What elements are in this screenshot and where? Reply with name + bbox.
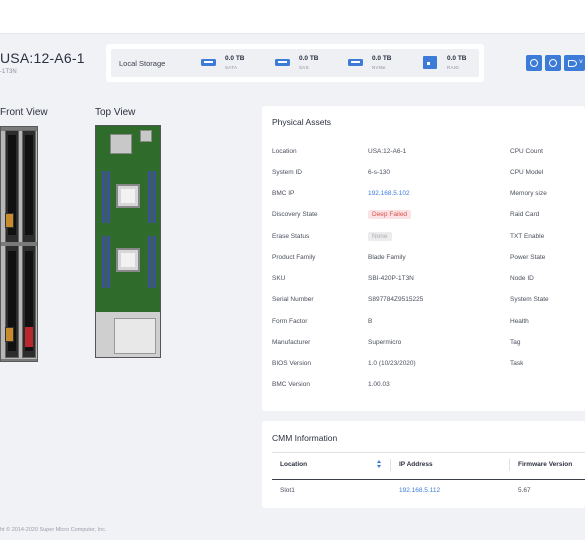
dimm-slot xyxy=(148,171,151,223)
drive-latch xyxy=(5,213,14,228)
storage-value: 0.0 TB xyxy=(299,55,319,62)
asset-value: 1.00.03 xyxy=(368,381,390,388)
discovery-state-badge: Deep Failed xyxy=(368,210,412,219)
asset-label-right: Raid Card xyxy=(510,211,540,218)
front-view-divider xyxy=(1,242,37,246)
dimm-slot xyxy=(107,171,110,223)
cmm-firmware-cell: 5.67 xyxy=(518,487,531,494)
local-storage-label: Local Storage xyxy=(119,59,166,68)
cmm-table-divider xyxy=(272,479,585,480)
asset-label: Serial Number xyxy=(272,296,314,303)
power-button[interactable] xyxy=(526,55,542,71)
dimm-slot xyxy=(153,171,156,223)
asset-value: Blade Family xyxy=(368,254,406,261)
front-view-image[interactable] xyxy=(0,126,38,362)
cmm-information-title: CMM Information xyxy=(272,433,338,443)
dimm-slot xyxy=(153,236,156,288)
front-view-rail xyxy=(1,359,37,361)
board-chip xyxy=(140,130,152,142)
column-divider xyxy=(509,459,510,471)
top-view-image[interactable] xyxy=(95,125,161,358)
cmm-ip-link[interactable]: 192.168.5.112 xyxy=(399,487,440,494)
column-divider xyxy=(390,459,391,471)
storage-type: RAID xyxy=(447,65,459,70)
storage-raid: 0.0 TB RAID xyxy=(423,55,483,75)
erase-status-badge: None xyxy=(368,232,392,241)
dimm-slot xyxy=(102,236,105,288)
physical-assets-title: Physical Assets xyxy=(272,117,332,127)
cpu-socket xyxy=(116,184,140,208)
asset-label-right: Health xyxy=(510,318,529,325)
top-bar xyxy=(0,0,585,34)
sort-icon[interactable] xyxy=(377,460,382,469)
asset-label: Discovery State xyxy=(272,211,318,218)
cloud-button[interactable] xyxy=(545,55,561,71)
dimm-slot xyxy=(107,236,110,288)
drive-latch xyxy=(5,327,14,342)
asset-label: System ID xyxy=(272,169,302,176)
cmm-location-cell: Slot1 xyxy=(280,487,295,494)
asset-label-right: Task xyxy=(510,360,524,367)
board-chip xyxy=(110,134,132,154)
tag-dropdown-button[interactable]: ˅ xyxy=(564,55,585,71)
asset-label-right: Node ID xyxy=(510,275,534,282)
storage-type: NVMe xyxy=(372,65,386,70)
top-view-rear-assembly xyxy=(96,312,160,357)
asset-label: Form Factor xyxy=(272,318,308,325)
asset-label: BIOS Version xyxy=(272,360,312,367)
asset-value: S897784Z9515225 xyxy=(368,296,424,303)
storage-value: 0.0 TB xyxy=(225,55,245,62)
storage-nvme: 0.0 TB NVMe xyxy=(348,55,408,75)
asset-value: SBI-420P-1T3N xyxy=(368,275,414,282)
front-view-label: Front View xyxy=(0,107,48,118)
column-header-ip-address[interactable]: IP Address xyxy=(399,461,433,468)
asset-label: Erase Status xyxy=(272,233,310,240)
storage-value: 0.0 TB xyxy=(447,55,467,62)
cmm-header-divider xyxy=(272,452,585,453)
nvme-drive-icon xyxy=(348,59,363,66)
asset-label: Location xyxy=(272,148,297,155)
drive-status-led xyxy=(25,327,33,347)
asset-label-right: CPU Model xyxy=(510,169,544,176)
asset-label: BMC Version xyxy=(272,381,310,388)
asset-label-right: System State xyxy=(510,296,549,303)
asset-label-right: Tag xyxy=(510,339,521,346)
asset-label: Manufacturer xyxy=(272,339,311,346)
storage-type: SATA xyxy=(225,65,238,70)
storage-sata: 0.0 TB SATA xyxy=(201,55,261,75)
page-title: USA:12-A6-1 xyxy=(0,50,85,66)
dimm-slot xyxy=(148,236,151,288)
drive-slot xyxy=(25,135,33,235)
asset-value: B xyxy=(368,318,373,325)
cpu-socket xyxy=(116,248,140,272)
sas-drive-icon xyxy=(275,59,290,66)
asset-label-right: Memory size xyxy=(510,190,547,197)
dimm-slot xyxy=(102,171,105,223)
local-storage-panel: Local Storage 0.0 TB SATA 0.0 TB SAS 0.0… xyxy=(106,44,484,82)
bmc-ip-link[interactable]: 192.168.5.102 xyxy=(368,190,410,197)
copyright-footer: ht © 2014-2020 Super Micro Computer, Inc… xyxy=(0,527,107,533)
asset-label-right: CPU Count xyxy=(510,148,543,155)
asset-value: 1.0 (10/23/2020) xyxy=(368,360,416,367)
storage-type: SAS xyxy=(299,65,309,70)
sata-drive-icon xyxy=(201,59,216,66)
asset-label: SKU xyxy=(272,275,286,282)
asset-label: BMC IP xyxy=(272,190,295,197)
column-header-location[interactable]: Location xyxy=(280,461,307,468)
storage-value: 0.0 TB xyxy=(372,55,392,62)
asset-value: USA:12-A6-1 xyxy=(368,148,407,155)
asset-label-right: TXT Enable xyxy=(510,233,545,240)
asset-value: Supermicro xyxy=(368,339,402,346)
raid-card-icon xyxy=(423,56,437,69)
asset-value: 6-s-130 xyxy=(368,169,391,176)
asset-label-right: Power State xyxy=(510,254,546,261)
asset-label: Product Family xyxy=(272,254,316,261)
page-subtitle: -1T3N xyxy=(0,69,17,75)
column-header-firmware-version[interactable]: Firmware Version xyxy=(518,461,572,468)
storage-sas: 0.0 TB SAS xyxy=(275,55,335,75)
top-view-label: Top View xyxy=(95,107,136,118)
